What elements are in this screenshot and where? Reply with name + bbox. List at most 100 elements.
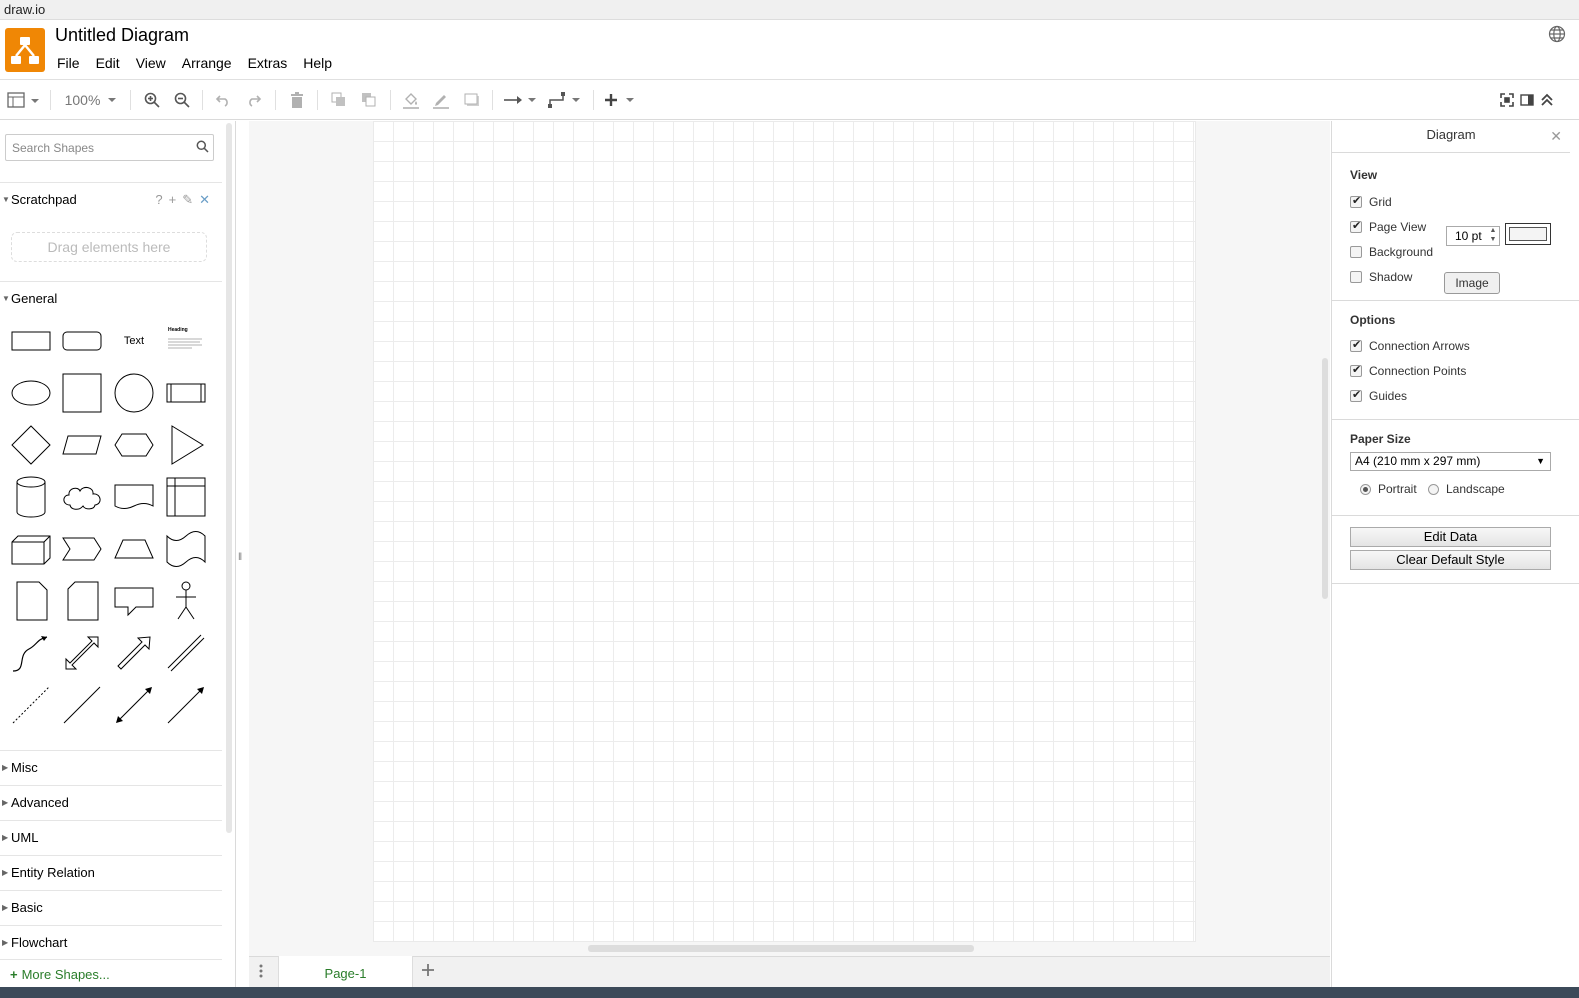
connection-style-icon[interactable] xyxy=(503,90,537,110)
scratchpad-header[interactable]: ▼ Scratchpad ? + ✎ ✕ xyxy=(0,182,222,216)
shape-rectangle[interactable] xyxy=(7,317,55,365)
shape-note[interactable] xyxy=(7,577,55,625)
scratchpad-drop-zone[interactable]: Drag elements here xyxy=(11,232,207,262)
pages-menu-icon[interactable] xyxy=(259,964,263,981)
shadow-option[interactable]: Shadow xyxy=(1350,270,1412,284)
zoom-dropdown[interactable]: 100% xyxy=(64,90,120,110)
fullscreen-icon[interactable] xyxy=(1498,90,1516,110)
edit-data-button[interactable]: Edit Data xyxy=(1350,527,1551,547)
shape-bidirectional-connector[interactable] xyxy=(110,681,158,729)
menu-extras[interactable]: Extras xyxy=(240,53,296,75)
shape-callout[interactable] xyxy=(110,577,158,625)
shape-directional-connector[interactable] xyxy=(162,681,210,729)
page-view-checkbox[interactable] xyxy=(1350,219,1362,233)
canvas-horizontal-scrollbar[interactable] xyxy=(588,945,974,952)
redo-icon[interactable] xyxy=(245,90,263,110)
paper-size-select[interactable]: A4 (210 mm x 297 mm) ▼ xyxy=(1350,452,1551,471)
more-shapes-link[interactable]: + More Shapes... xyxy=(10,967,110,982)
background-option[interactable]: Background xyxy=(1350,245,1433,259)
fill-color-icon[interactable] xyxy=(401,90,421,110)
connection-points-checkbox[interactable] xyxy=(1350,363,1362,377)
shape-heading-textbox[interactable]: Heading xyxy=(162,317,210,365)
shape-line[interactable] xyxy=(58,681,106,729)
shape-rounded-rectangle[interactable] xyxy=(58,317,106,365)
uml-header[interactable]: ▶ UML xyxy=(0,820,222,854)
background-checkbox[interactable] xyxy=(1350,246,1362,258)
delete-icon[interactable] xyxy=(288,90,306,110)
grid-size-stepper-icon[interactable]: ▲ ▼ xyxy=(1487,226,1499,246)
diagram-page-grid[interactable] xyxy=(373,121,1196,942)
shape-arrow[interactable] xyxy=(110,629,158,677)
to-front-icon[interactable] xyxy=(330,90,348,110)
page-tab[interactable]: Page-1 xyxy=(278,956,413,988)
shape-cylinder[interactable] xyxy=(7,473,55,521)
connection-points-option[interactable]: Connection Points xyxy=(1350,363,1466,378)
zoom-out-icon[interactable] xyxy=(173,90,191,110)
shadow-icon[interactable] xyxy=(462,90,482,110)
menu-arrange[interactable]: Arrange xyxy=(174,53,240,75)
basic-header[interactable]: ▶ Basic xyxy=(0,890,222,924)
grid-checkbox[interactable] xyxy=(1350,194,1362,208)
sidebar-scrollbar[interactable] xyxy=(226,123,232,833)
shape-text[interactable]: Text xyxy=(110,317,158,365)
shape-bidirectional-arrow[interactable] xyxy=(58,629,106,677)
shape-dashed-line[interactable] xyxy=(7,681,55,729)
shape-step[interactable] xyxy=(58,525,106,573)
collapse-header-icon[interactable] xyxy=(1538,90,1556,110)
shape-hexagon[interactable] xyxy=(110,421,158,469)
shape-actor[interactable] xyxy=(162,577,210,625)
shape-square[interactable] xyxy=(58,369,106,417)
background-image-button[interactable]: Image xyxy=(1444,272,1500,294)
search-icon[interactable] xyxy=(196,140,209,158)
search-shapes-input[interactable] xyxy=(6,135,192,160)
undo-icon[interactable] xyxy=(214,90,232,110)
flowchart-header[interactable]: ▶ Flowchart xyxy=(0,925,222,959)
guides-checkbox[interactable] xyxy=(1350,388,1362,402)
shape-ellipse[interactable] xyxy=(7,369,55,417)
waypoints-icon[interactable] xyxy=(548,90,582,110)
shadow-checkbox[interactable] xyxy=(1350,271,1362,283)
shape-trapezoid[interactable] xyxy=(110,525,158,573)
close-icon[interactable]: ✕ xyxy=(1550,128,1562,145)
shape-triangle[interactable] xyxy=(162,421,210,469)
shape-link[interactable] xyxy=(162,629,210,677)
misc-header[interactable]: ▶ Misc xyxy=(0,750,222,784)
help-icon[interactable]: ? xyxy=(155,183,162,217)
edit-pencil-icon[interactable]: ✎ xyxy=(182,183,193,217)
shape-cloud[interactable] xyxy=(58,473,106,521)
shape-parallelogram[interactable] xyxy=(58,421,106,469)
connection-arrows-checkbox[interactable] xyxy=(1350,338,1362,352)
grid-color-swatch[interactable] xyxy=(1505,223,1551,245)
entity-relation-header[interactable]: ▶ Entity Relation xyxy=(0,855,222,889)
drawio-logo-icon[interactable] xyxy=(5,28,45,72)
insert-plus-icon[interactable] xyxy=(605,90,637,110)
advanced-header[interactable]: ▶ Advanced xyxy=(0,785,222,819)
close-icon[interactable]: ✕ xyxy=(199,183,210,217)
panels-toggle-icon[interactable] xyxy=(6,90,40,110)
shape-diamond[interactable] xyxy=(7,421,55,469)
shape-circle[interactable] xyxy=(110,369,158,417)
format-panel-toggle-icon[interactable] xyxy=(1518,90,1536,110)
shape-cube[interactable] xyxy=(7,525,55,573)
to-back-icon[interactable] xyxy=(360,90,378,110)
line-color-icon[interactable] xyxy=(431,90,451,110)
menu-file[interactable]: File xyxy=(49,53,88,75)
format-panel-title[interactable]: Diagram xyxy=(1332,121,1570,153)
menu-edit[interactable]: Edit xyxy=(88,53,128,75)
portrait-option[interactable]: Portrait xyxy=(1360,482,1417,496)
connection-arrows-option[interactable]: Connection Arrows xyxy=(1350,338,1470,353)
canvas-vertical-scrollbar[interactable] xyxy=(1322,358,1328,599)
page-view-option[interactable]: Page View xyxy=(1350,219,1426,234)
diagram-canvas[interactable] xyxy=(249,121,1330,956)
grid-option[interactable]: Grid xyxy=(1350,194,1392,209)
guides-option[interactable]: Guides xyxy=(1350,388,1407,403)
zoom-in-icon[interactable] xyxy=(143,90,161,110)
shape-curve[interactable] xyxy=(7,629,55,677)
portrait-radio[interactable] xyxy=(1360,483,1371,495)
shape-process[interactable] xyxy=(162,369,210,417)
shape-tape[interactable] xyxy=(162,525,210,573)
add-icon[interactable]: + xyxy=(169,183,177,217)
landscape-radio[interactable] xyxy=(1428,483,1439,495)
general-header[interactable]: ▼ General xyxy=(0,281,222,315)
add-page-plus-icon[interactable] xyxy=(421,961,435,982)
